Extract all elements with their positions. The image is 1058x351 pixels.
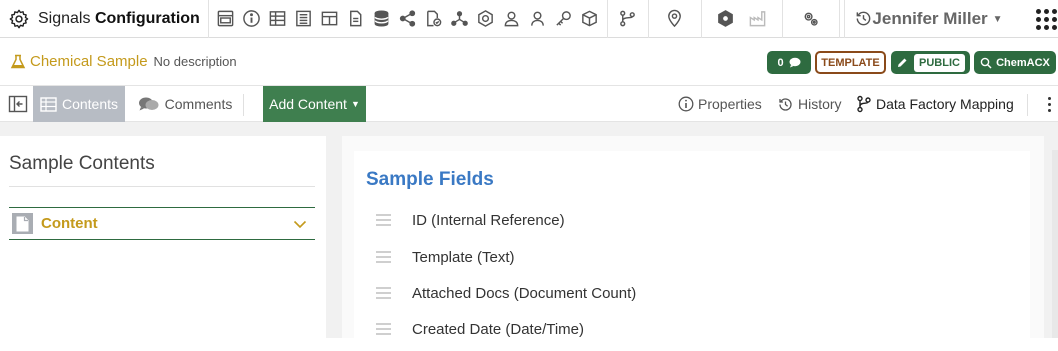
app-title-bold: Configuration (94, 9, 200, 27)
field-row[interactable]: Template (Text) (376, 245, 515, 269)
user-icon[interactable] (500, 7, 524, 31)
toolbar-icon-group-1 (207, 0, 607, 38)
app-title: Signals Configuration (38, 10, 200, 28)
factory-icon[interactable] (746, 7, 770, 31)
entity-title-bar: Chemical Sample No description 0 TEMPLAT… (0, 38, 1058, 86)
chemacx-label: ChemACX (996, 56, 1050, 69)
speech-bubble-icon (789, 57, 801, 68)
tab-contents-label: Contents (61, 96, 119, 112)
divider (9, 186, 315, 187)
branch-icon (857, 95, 871, 113)
properties-label: Properties (698, 96, 762, 112)
panel-title: Sample Contents (9, 153, 155, 174)
template-badge[interactable]: TEMPLATE (815, 51, 886, 74)
tab-comments[interactable]: Comments (130, 86, 240, 122)
field-label: Template (Text) (412, 248, 515, 266)
entity-description[interactable]: No description (154, 54, 237, 69)
top-navigation-bar: Signals Configuration Jennifer Miller ▼ (0, 0, 1058, 38)
drag-handle-icon[interactable] (376, 287, 391, 299)
field-label: Attached Docs (Document Count) (412, 284, 637, 302)
search-icon (980, 57, 992, 69)
more-options-icon[interactable] (1043, 96, 1057, 114)
content-area: Sample Contents Content Sample Fields ID… (0, 122, 1058, 351)
toolbar-icon-group-4 (700, 0, 782, 38)
chevron-down-icon: ▼ (350, 99, 360, 109)
panel-title: Sample Fields (366, 169, 494, 190)
comments-icon (138, 97, 159, 111)
app-brand[interactable]: Signals Configuration (0, 0, 208, 38)
field-label: ID (Internal Reference) (412, 211, 565, 229)
toolbar-divider (243, 94, 244, 116)
users-icon[interactable] (526, 7, 550, 31)
comments-count-badge[interactable]: 0 (767, 51, 811, 74)
list-table-icon[interactable] (292, 7, 316, 31)
chemistry-icon[interactable] (474, 7, 498, 31)
comments-count: 0 (777, 56, 784, 69)
drag-handle-icon[interactable] (376, 251, 391, 263)
share-icon[interactable] (396, 7, 420, 31)
user-menu[interactable]: Jennifer Miller ▼ (844, 0, 1030, 38)
public-badge[interactable]: PUBLIC (891, 51, 970, 74)
data-factory-mapping-button[interactable]: Data Factory Mapping (856, 86, 1014, 122)
field-row[interactable]: Attached Docs (Document Count) (376, 281, 636, 305)
network-icon[interactable] (448, 7, 472, 31)
entity-name[interactable]: Chemical Sample (30, 53, 148, 70)
document-icon[interactable] (344, 7, 368, 31)
database-icon[interactable] (370, 7, 394, 31)
content-toolbar: Contents Comments Add Content ▼ Properti… (0, 86, 1058, 122)
document-icon (12, 213, 33, 234)
sample-contents-panel: Sample Contents Content (0, 136, 326, 338)
tab-comments-label: Comments (164, 96, 233, 112)
app-title-prefix: Signals (38, 9, 91, 27)
sample-fields-panel: Sample Fields ID (Internal Reference) Te… (342, 136, 1044, 351)
grid-table-icon[interactable] (318, 7, 342, 31)
table-icon (40, 96, 57, 112)
key-icon[interactable] (552, 7, 576, 31)
field-row[interactable]: Created Date (Date/Time) (376, 317, 584, 341)
toolbar-divider (1027, 94, 1028, 116)
table-icon[interactable] (266, 7, 290, 31)
public-label: PUBLIC (914, 53, 965, 72)
drag-handle-icon[interactable] (376, 214, 391, 226)
field-row[interactable]: ID (Internal Reference) (376, 208, 565, 232)
scrollbar[interactable] (1052, 150, 1058, 338)
data-factory-mapping-label: Data Factory Mapping (876, 96, 1014, 112)
app-launcher-grid-icon[interactable] (1034, 7, 1058, 31)
workflow-icon[interactable] (616, 7, 640, 31)
toolbar-icon-group-5 (781, 0, 839, 38)
content-section-header[interactable]: Content (9, 207, 315, 240)
sample-flask-icon (10, 54, 26, 68)
tab-contents[interactable]: Contents (33, 86, 125, 122)
cube-icon[interactable] (578, 7, 602, 31)
gear-icon (9, 9, 29, 28)
sample-fields-card: Sample Fields ID (Internal Reference) Te… (354, 151, 1030, 351)
user-name: Jennifer Miller (872, 9, 988, 28)
add-content-button[interactable]: Add Content ▼ (263, 86, 366, 122)
drag-handle-icon[interactable] (376, 323, 391, 335)
toolbar-icon-group-3 (647, 0, 701, 38)
info-icon[interactable] (240, 7, 264, 31)
location-icon[interactable] (663, 7, 687, 31)
toolbar-icon-group-2 (606, 0, 648, 38)
field-label: Created Date (Date/Time) (412, 320, 585, 338)
chevron-down-icon: ▼ (992, 13, 1003, 25)
layout-icon[interactable] (214, 7, 238, 31)
content-section-label: Content (41, 215, 98, 232)
settings-gears-icon[interactable] (799, 7, 823, 31)
history-label: History (798, 96, 842, 112)
chemacx-search-button[interactable]: ChemACX (974, 51, 1056, 74)
properties-button[interactable]: Properties (678, 86, 762, 122)
pencil-icon (898, 58, 907, 67)
add-content-label: Add Content (269, 96, 347, 112)
history-button[interactable]: History (777, 86, 842, 122)
info-icon (678, 96, 694, 112)
document-check-icon[interactable] (422, 7, 446, 31)
hexagon-icon[interactable] (714, 7, 738, 31)
history-icon (779, 97, 792, 111)
collapse-sidebar-icon[interactable] (8, 95, 28, 113)
chevron-down-icon[interactable] (293, 217, 307, 231)
